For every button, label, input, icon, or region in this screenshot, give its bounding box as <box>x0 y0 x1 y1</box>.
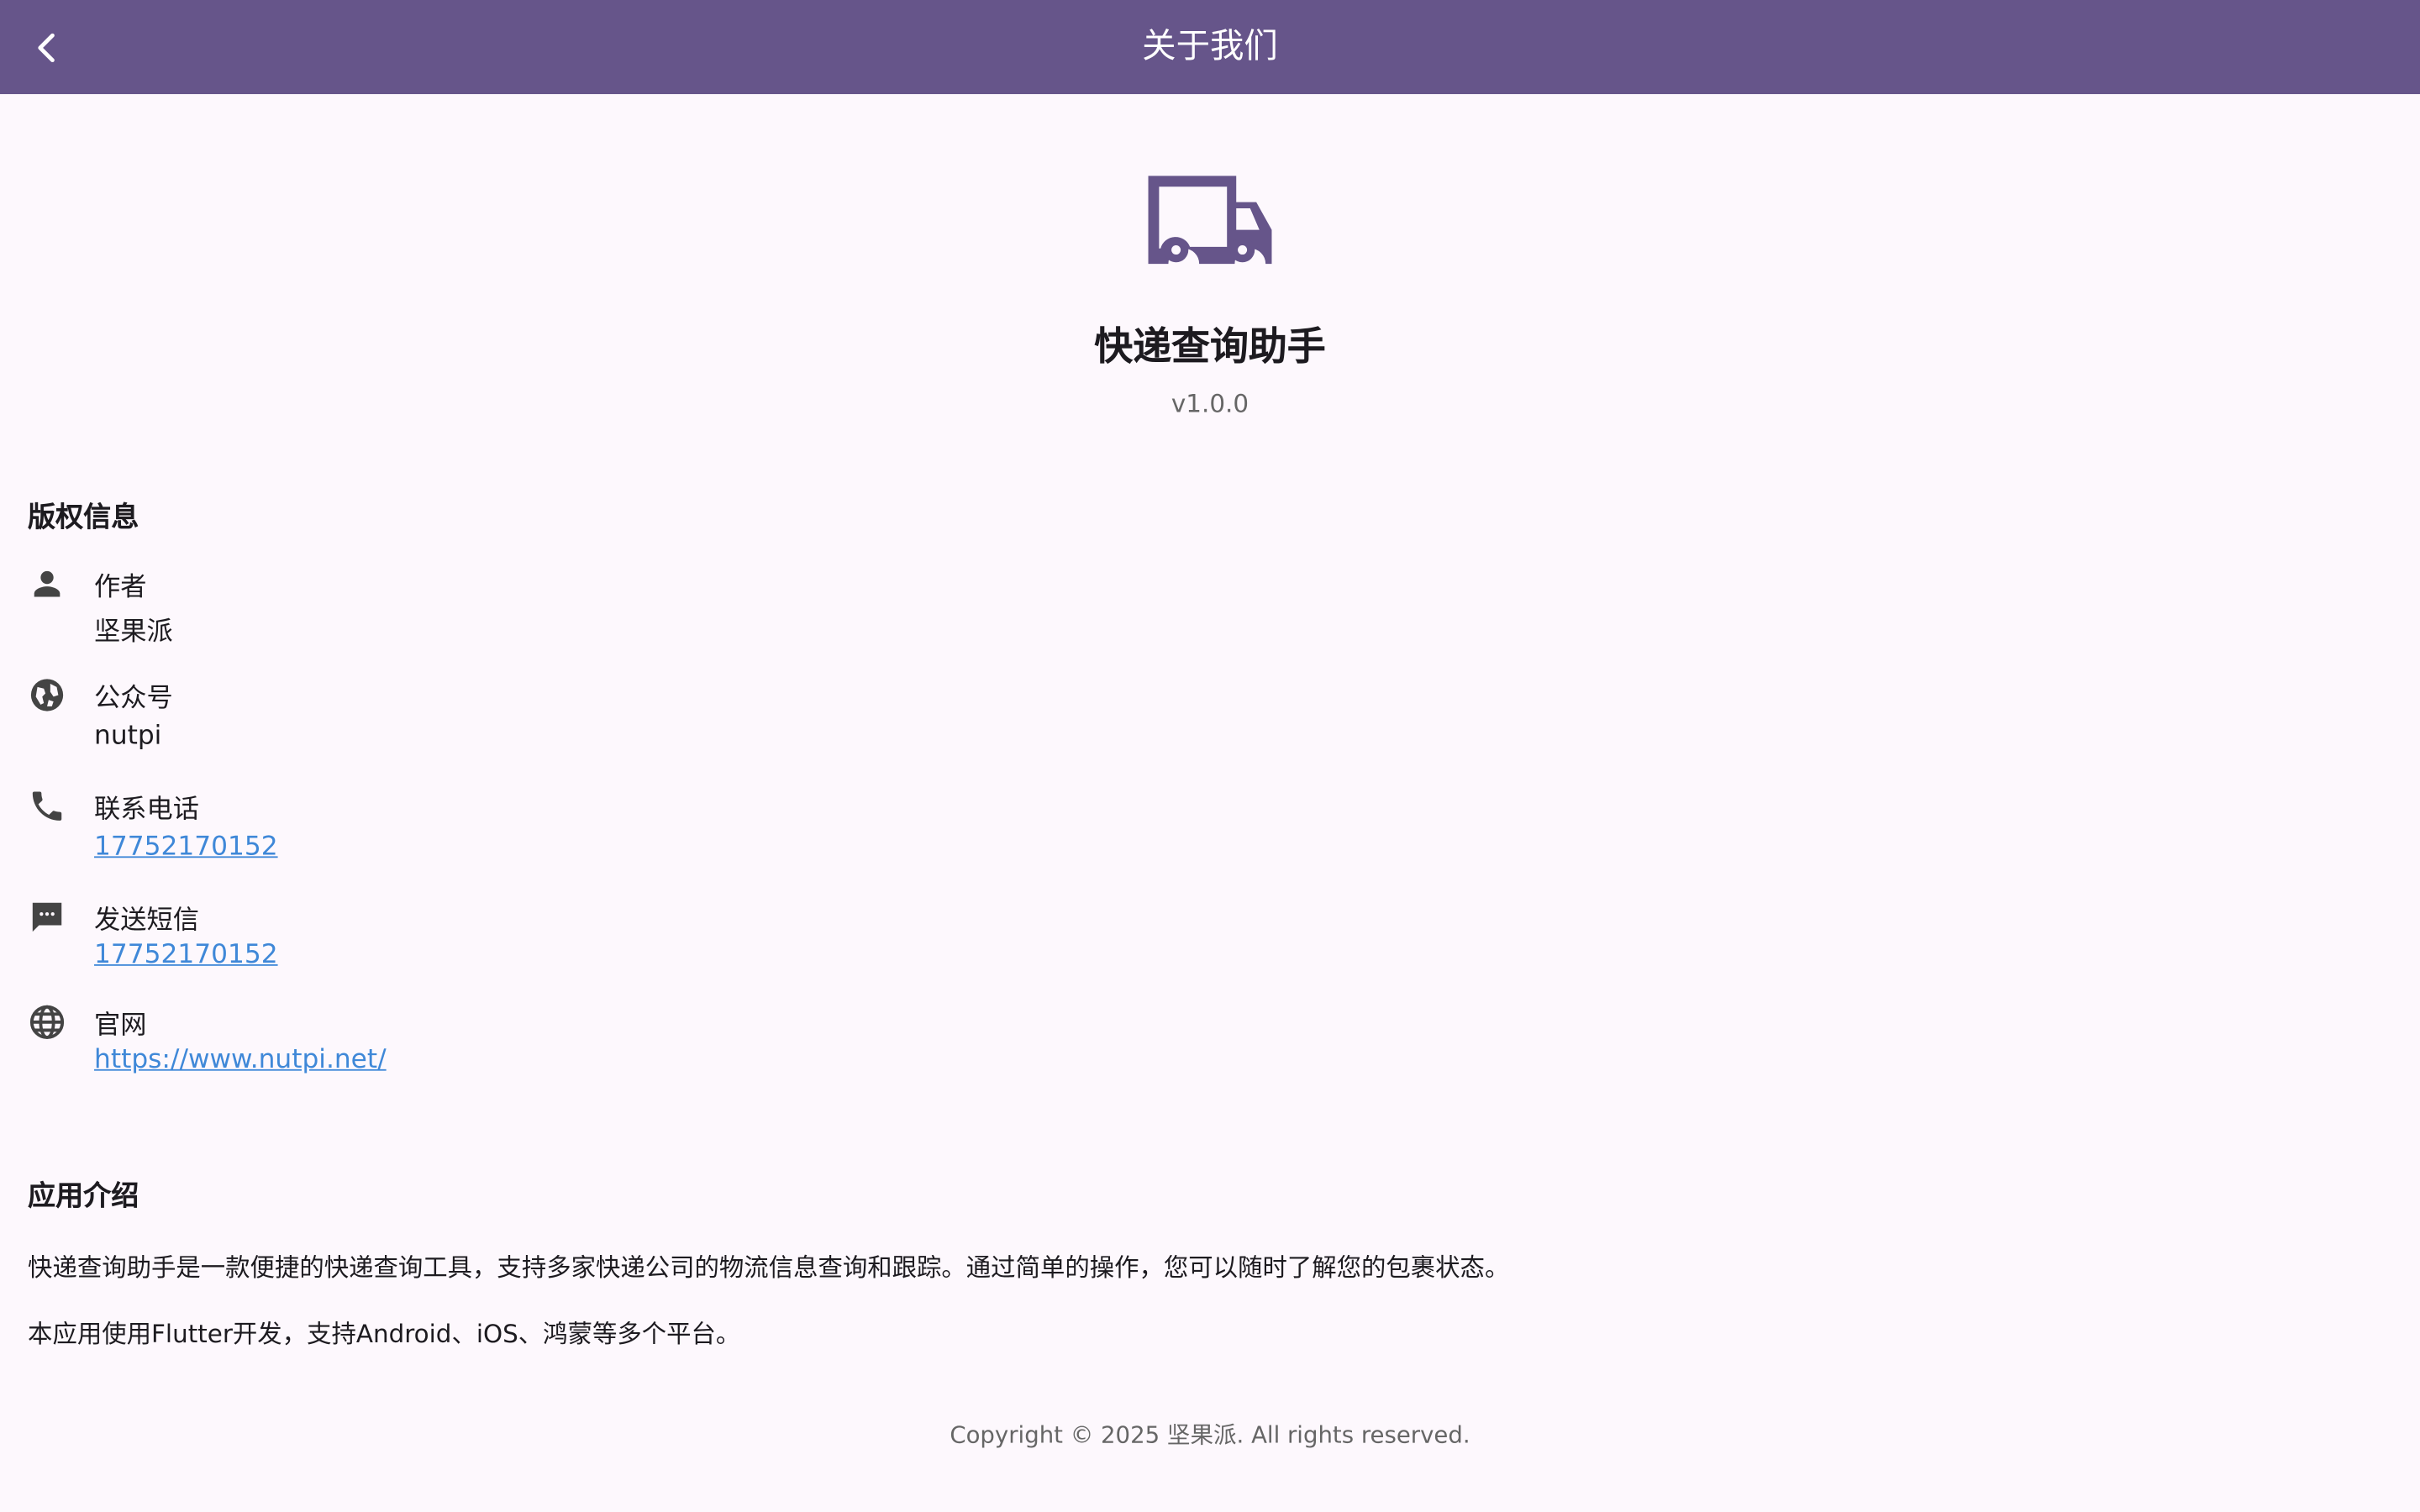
intro-paragraph: 快递查询助手是一款便捷的快递查询工具，支持多家快递公司的物流信息查询和跟踪。通过… <box>28 1247 1509 1284</box>
page-title: 关于我们 <box>0 0 2420 94</box>
person-icon <box>28 564 66 603</box>
copyright-footer: Copyright © 2025 坚果派. All rights reserve… <box>0 1418 2420 1451</box>
phone-link[interactable]: 17752170152 <box>94 832 278 863</box>
app-name: 快递查询助手 <box>0 317 2420 372</box>
public-globe-icon <box>28 675 66 714</box>
website-label: 官网 <box>94 1003 146 1042</box>
phone-icon <box>28 787 66 826</box>
sms-icon <box>28 898 66 937</box>
about-page: 关于我们 快递查询助手 v1.0.0 版权信息 作者 坚果派 公众号 nutpi… <box>0 0 2420 1512</box>
app-version: v1.0.0 <box>0 389 2420 418</box>
phone-label: 联系电话 <box>94 787 199 826</box>
website-link[interactable]: https://www.nutpi.net/ <box>94 1044 387 1075</box>
back-button[interactable] <box>22 22 74 74</box>
sms-label: 发送短信 <box>94 898 199 937</box>
chevron-left-icon <box>29 29 66 66</box>
wechat-account-value: nutpi <box>94 721 161 752</box>
author-value: 坚果派 <box>94 610 173 648</box>
author-label: 作者 <box>94 564 146 603</box>
intro-paragraph: 本应用使用Flutter开发，支持Android、iOS、鸿蒙等多个平台。 <box>28 1313 740 1350</box>
app-bar: 关于我们 <box>0 0 2420 94</box>
intro-heading: 应用介绍 <box>28 1174 139 1215</box>
copyright-heading: 版权信息 <box>28 496 139 536</box>
language-icon <box>28 1003 66 1042</box>
truck-icon <box>1145 170 1275 271</box>
sms-link[interactable]: 17752170152 <box>94 940 278 971</box>
wechat-account-label: 公众号 <box>94 675 173 714</box>
